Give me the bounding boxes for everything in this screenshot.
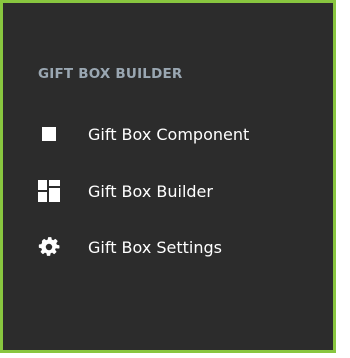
sidebar-item-label: Gift Box Builder: [88, 181, 213, 201]
sidebar-item-gift-box-builder[interactable]: Gift Box Builder: [38, 177, 213, 205]
sidebar-section-title: GIFT BOX BUILDER: [38, 66, 183, 82]
sidebar-item-gift-box-settings[interactable]: Gift Box Settings: [38, 233, 222, 261]
sidebar-item-label: Gift Box Component: [88, 124, 250, 144]
sidebar-panel: GIFT BOX BUILDER Gift Box Component Gift…: [0, 0, 336, 353]
page: GIFT BOX BUILDER Gift Box Component Gift…: [0, 0, 350, 358]
layout-grid-icon: [38, 180, 60, 202]
sidebar-item-gift-box-component[interactable]: Gift Box Component: [38, 120, 249, 148]
sidebar-item-label: Gift Box Settings: [88, 237, 223, 257]
square-icon: [38, 123, 60, 145]
gear-icon: [38, 236, 60, 258]
